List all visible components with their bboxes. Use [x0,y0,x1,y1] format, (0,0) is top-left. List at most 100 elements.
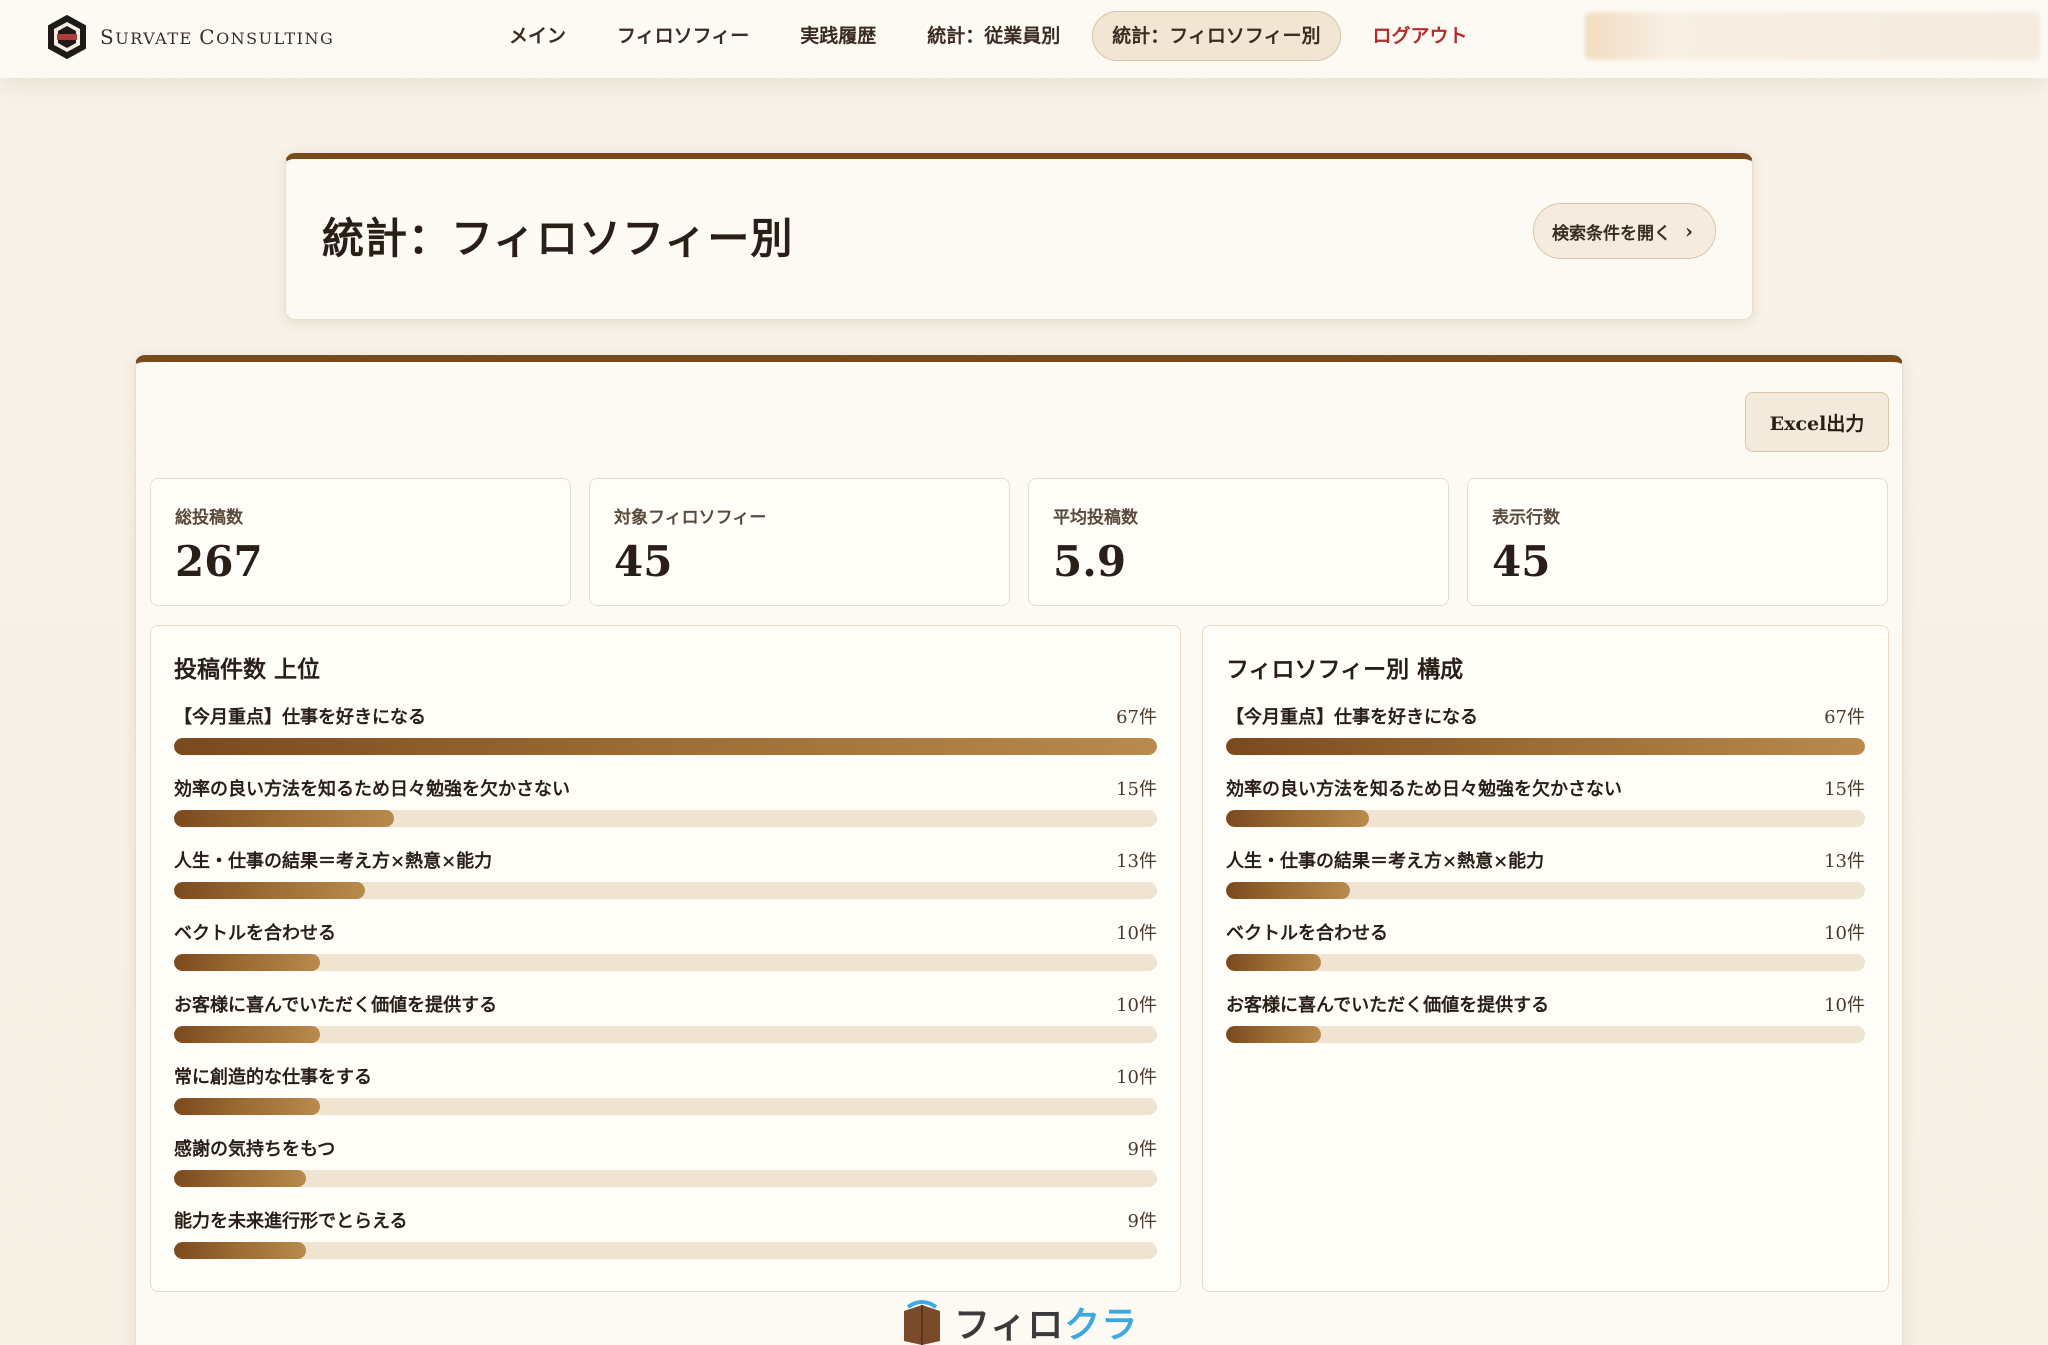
bar-row: 感謝の気持ちをもつ 9件 [174,1135,1157,1207]
main-nav: メイン フィロソフィー 実践履歴 統計：従業員別 統計：フィロソフィー別 ログア… [490,11,1500,61]
bar-fill [174,1242,306,1259]
bar-count: 9件 [1127,1211,1157,1232]
bar-row: 効率の良い方法を知るため日々勉強を欠かさない 15件 [1226,775,1865,847]
user-info-blurred [1585,12,2040,60]
brand[interactable]: SURVATE CONSULTING [46,14,334,60]
chevron-right-icon: › [1685,219,1693,243]
bar-count: 15件 [1116,779,1157,800]
kpi-label: 総投稿数 [175,508,243,528]
bar-track [174,954,1157,971]
kpi-value: 45 [1492,537,1551,586]
composition-list: 【今月重点】仕事を好きになる 67件 効率の良い方法を知るため日々勉強を欠かさない 1… [1226,703,1865,1063]
bar-fill [174,1170,306,1187]
bar-label: 【今月重点】仕事を好きになる [174,707,426,728]
bar-row: 人生・仕事の結果＝考え方×熱意×能力 13件 [1226,847,1865,919]
nav-item-main[interactable]: メイン [490,11,585,61]
brand-logo-icon [48,14,86,60]
kpi-label: 平均投稿数 [1053,508,1138,528]
bar-count: 13件 [1824,851,1865,872]
bar-fill [174,882,365,899]
composition-panel: フィロソフィー別 構成 【今月重点】仕事を好きになる 67件効率の良い方法を知るた… [1202,625,1889,1292]
bar-label: 能力を未来進行形でとらえる [174,1211,408,1232]
bar-fill [1226,1026,1322,1043]
logout-link[interactable]: ログアウト [1354,11,1487,61]
book-logo-icon [904,1300,940,1345]
bar-track [174,882,1157,899]
excel-export-button[interactable]: Excel出力 [1745,392,1889,452]
bar-track [1226,810,1865,827]
search-toggle-label: 検索条件を開く [1552,223,1671,244]
bar-fill [1226,810,1370,827]
bar-row: 【今月重点】仕事を好きになる 67件 [1226,703,1865,775]
top-navbar: SURVATE CONSULTING メイン フィロソフィー 実践履歴 統計：従… [0,0,2048,78]
bar-fill [1226,882,1350,899]
stats-card: Excel出力 総投稿数 267 対象フィロソフィー 45 平均投稿数 5.9 … [135,355,1903,1345]
bar-row: ベクトルを合わせる 10件 [1226,919,1865,991]
bar-track [1226,954,1865,971]
bar-fill [174,1026,321,1043]
brand-rest-1: URVATE [115,29,200,48]
bar-label: 人生・仕事の結果＝考え方×熱意×能力 [1226,851,1545,872]
top-posts-list: 【今月重点】仕事を好きになる 67件効率の良い方法を知るため日々勉強を欠かさない 1… [174,703,1157,1279]
bar-label: 感謝の気持ちをもつ [174,1139,336,1160]
nav-item-philosophy[interactable]: フィロソフィー [598,11,768,61]
kpi-value: 267 [175,537,263,586]
bar-count: 10件 [1824,923,1865,944]
nav-item-practice-history[interactable]: 実践履歴 [781,11,895,61]
bar-label: お客様に喜んでいただく価値を提供する [174,995,498,1016]
bar-fill [174,1098,321,1115]
bar-row: 能力を未来進行形でとらえる 9件 [174,1207,1157,1279]
bar-track [174,1026,1157,1043]
composition-title: フィロソフィー別 構成 [1226,656,1464,683]
bar-label: ベクトルを合わせる [1226,923,1388,944]
bar-label: 効率の良い方法を知るため日々勉強を欠かさない [1226,779,1622,800]
bar-fill [174,810,395,827]
bar-track [174,1098,1157,1115]
kpi-average-posts: 平均投稿数 5.9 [1028,478,1449,606]
page-header-card: 統計：フィロソフィー別 検索条件を開く › [285,153,1753,320]
brand-letter-c: C [199,25,217,49]
bar-track [174,810,1157,827]
nav-item-stats-philosophy[interactable]: 統計：フィロソフィー別 [1092,11,1341,61]
top-posts-panel: 投稿件数 上位 【今月重点】仕事を好きになる 67件効率の良い方法を知るため日々勉… [150,625,1181,1292]
bar-row: 効率の良い方法を知るため日々勉強を欠かさない 15件 [174,775,1157,847]
bar-label: ベクトルを合わせる [174,923,336,944]
top-posts-title: 投稿件数 上位 [174,656,321,683]
bar-track [174,738,1157,755]
bar-track [174,1242,1157,1259]
bar-row: 人生・仕事の結果＝考え方×熱意×能力 13件 [174,847,1157,919]
bar-track [1226,882,1865,899]
brand-letter-s: S [100,25,116,49]
kpi-value: 5.9 [1053,537,1127,586]
bar-count: 10件 [1824,995,1865,1016]
bar-track [1226,738,1865,755]
bar-count: 10件 [1116,995,1157,1016]
bar-label: 【今月重点】仕事を好きになる [1226,707,1478,728]
search-conditions-toggle-button[interactable]: 検索条件を開く › [1533,203,1716,259]
bar-row: 【今月重点】仕事を好きになる 67件 [174,703,1157,775]
kpi-total-posts: 総投稿数 267 [150,478,571,606]
nav-item-stats-employee[interactable]: 統計：従業員別 [908,11,1079,61]
bar-row: 常に創造的な仕事をする 10件 [174,1063,1157,1135]
bar-count: 13件 [1116,851,1157,872]
bar-fill [174,738,1157,755]
brand-name: SURVATE CONSULTING [100,25,334,49]
footer-logo-text: フィロクラ [954,1296,1138,1345]
page-title: 統計：フィロソフィー別 [322,214,794,263]
bar-count: 10件 [1116,1067,1157,1088]
bar-track [174,1170,1157,1187]
bar-track [1226,1026,1865,1043]
bar-label: 効率の良い方法を知るため日々勉強を欠かさない [174,779,570,800]
bar-row: お客様に喜んでいただく価値を提供する 10件 [174,991,1157,1063]
bar-count: 67件 [1824,707,1865,728]
bar-count: 9件 [1127,1139,1157,1160]
footer-logo-text-dark: フィロ [954,1305,1065,1345]
bar-label: お客様に喜んでいただく価値を提供する [1226,995,1550,1016]
bar-row: お客様に喜んでいただく価値を提供する 10件 [1226,991,1865,1063]
bar-row: ベクトルを合わせる 10件 [174,919,1157,991]
bar-fill [1226,954,1322,971]
kpi-label: 対象フィロソフィー [614,508,767,528]
brand-rest-2: ONSULTING [216,29,335,48]
bar-count: 67件 [1116,707,1157,728]
kpi-target-philosophies: 対象フィロソフィー 45 [589,478,1010,606]
